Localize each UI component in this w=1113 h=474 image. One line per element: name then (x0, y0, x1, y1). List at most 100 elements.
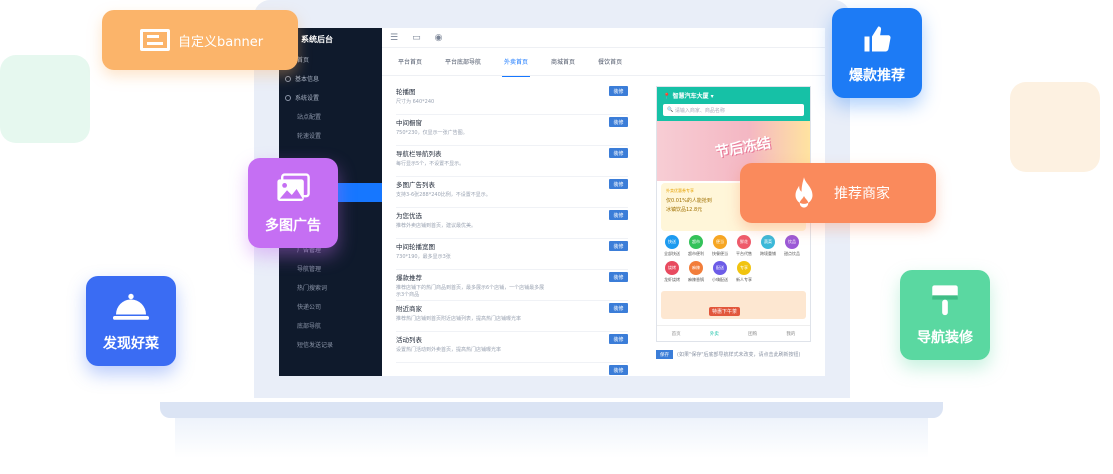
phone-header: 📍 智慧汽车大厦 ▾ 🔍 请输入商家、商品名称 (657, 87, 810, 121)
config-title: 活动列表 (396, 336, 422, 344)
tab[interactable]: 餐饮首页 (596, 47, 624, 76)
location-selector[interactable]: 📍 智慧汽车大厦 ▾ (663, 91, 804, 100)
menu-toggle-icon[interactable]: ☰ (390, 33, 398, 43)
phone-bottom-nav: 首页 外卖 团购 我的 (657, 325, 810, 341)
tab-bar: 平台首页 平台底部导航 外卖首页 商城首页 餐饮首页 (382, 47, 825, 77)
config-row: 活动列表设置热门活动到外卖首页，提高热门店铺曝光率 装修 (396, 332, 628, 363)
category-item[interactable]: 专享 新人专享 (732, 261, 756, 287)
config-row: 多图广告列表支持3-6张288*240比例，不设置不显示。 装修 (396, 177, 628, 208)
sidebar-item[interactable]: 短信发送记录 (279, 335, 382, 354)
category-item[interactable]: 便当 快餐便当 (708, 235, 732, 261)
sidebar-item[interactable]: 快递公司 (279, 297, 382, 316)
category-label: 快餐便当 (712, 251, 728, 256)
category-label: 平台代售 (736, 251, 752, 256)
config-title: 多图广告列表 (396, 181, 435, 189)
config-row: 轮播图 尺寸为 640*240 装修 (396, 84, 628, 115)
category-grid: 快送 全部快送 超市 超市便利 便当 快餐便当 鲜花 平台代售 蔬菜 跨境重铺 饮品 甜点饮品 烧烤 龙虾… (657, 233, 810, 289)
eye-icon[interactable]: ◉ (435, 33, 443, 43)
config-desc: 设置热门活动到外卖首页，提高热门店铺曝光率 (396, 347, 502, 353)
menu-group-icon (285, 75, 291, 82)
sidebar-item[interactable]: 导航管理 (279, 259, 382, 278)
category-icon: 配送 (713, 261, 727, 275)
category-label: 跨境重铺 (760, 251, 776, 256)
config-row: 导航栏导航列表 每行显示5个，不设置不显示。 装修 (396, 146, 628, 177)
sidebar-item[interactable]: 系统设置 (279, 88, 382, 107)
sidebar-item[interactable]: 热门搜索词 (279, 278, 382, 297)
decorate-button[interactable]: 装修 (609, 365, 628, 375)
phone-search-input[interactable]: 🔍 请输入商家、商品名称 (663, 104, 804, 116)
food-cloche-icon (113, 289, 149, 325)
decorate-button[interactable]: 装修 (609, 272, 628, 282)
decorate-button[interactable]: 装修 (609, 334, 628, 344)
sidebar-item-label: 底部导航 (297, 323, 322, 330)
bottom-nav-item[interactable]: 我的 (786, 331, 795, 337)
monitor-icon[interactable]: ▭ (412, 33, 421, 43)
config-desc: 730*190，最多显示3张 (396, 254, 451, 260)
sidebar-item[interactable]: 轮速设置 (279, 126, 382, 145)
category-item[interactable]: 鲜花 平台代售 (732, 235, 756, 261)
bottom-nav-item[interactable]: 团购 (748, 331, 757, 337)
decorate-button[interactable]: 装修 (609, 303, 628, 313)
bottom-nav-item[interactable]: 外卖 (710, 331, 719, 337)
card-label: 自定义banner (178, 34, 264, 50)
promo-card[interactable]: 特惠下午茶 (661, 291, 806, 319)
tab[interactable]: 平台首页 (396, 47, 424, 76)
config-list: 轮播图 尺寸为 640*240 装修 中间橱窗 750*230，仅显示一张广告图。 装修导… (396, 84, 628, 376)
config-desc: 每行显示5个，不设置不显示。 (396, 161, 465, 167)
decorate-button[interactable]: 装修 (609, 241, 628, 251)
tab[interactable]: 外卖首页 (502, 47, 531, 77)
search-placeholder: 请输入商家、商品名称 (674, 107, 725, 114)
category-item[interactable]: 麻辣 麻辣香锅 (684, 261, 708, 287)
tab[interactable]: 商城首页 (549, 47, 577, 76)
category-item[interactable]: 蔬菜 跨境重铺 (756, 235, 780, 261)
feature-card-banner: 自定义banner (102, 10, 298, 70)
config-desc: 支持3-6张288*240比例，不设置不显示。 (396, 192, 491, 198)
bottom-nav-item[interactable]: 首页 (672, 331, 681, 337)
banner-icon (140, 29, 170, 51)
category-item[interactable]: 烧烤 龙虾烧烤 (660, 261, 684, 287)
category-item[interactable]: 超市 超市便利 (684, 235, 708, 261)
sidebar-item-label: 首页 (297, 57, 310, 64)
card-label: 多图广告 (265, 218, 321, 234)
category-item[interactable]: 配送 小嗨配送 (708, 261, 732, 287)
category-icon: 专享 (737, 261, 751, 275)
sidebar-item-label: 热门搜索词 (297, 285, 328, 292)
menu-group-icon (285, 94, 291, 101)
decorate-button[interactable]: 装修 (609, 117, 628, 127)
save-button[interactable]: 保存 (656, 350, 673, 359)
category-icon: 烧烤 (665, 261, 679, 275)
config-desc: 推荐热门店铺到首页附近店铺列表，提高热门店铺曝光率 (396, 316, 522, 322)
category-icon: 饮品 (785, 235, 799, 249)
feature-card-merchant: 推荐商家 (740, 163, 936, 223)
category-label: 龙虾烧烤 (664, 277, 680, 282)
card-label: 导航装修 (917, 330, 973, 346)
decorate-button[interactable]: 装修 (609, 86, 628, 96)
category-label: 全部快送 (664, 251, 680, 256)
preview-note-text: (如果"保存"后底部导航样式未改变，请点击此刷新按钮) (677, 352, 801, 358)
config-row: 为您优选 推荐外卖店铺到首页，建议最优美。 装修 (396, 208, 628, 239)
paint-brush-icon (927, 283, 963, 319)
category-icon: 麻辣 (689, 261, 703, 275)
sidebar-item[interactable]: 站点配置 (279, 107, 382, 126)
category-icon: 蔬菜 (761, 235, 775, 249)
decorate-button[interactable]: 装修 (609, 210, 628, 220)
card-label: 发现好菜 (103, 336, 159, 352)
config-title: 轮播图 (396, 88, 416, 96)
card-label: 推荐商家 (834, 186, 890, 202)
sidebar-item[interactable]: 底部导航 (279, 316, 382, 335)
promo-label: 特惠下午茶 (709, 307, 741, 316)
tab[interactable]: 平台底部导航 (443, 47, 483, 76)
category-item[interactable]: 饮品 甜点饮品 (780, 235, 804, 261)
category-item[interactable]: 快送 全部快送 (660, 235, 684, 261)
config-row: 中间橱窗 750*230，仅显示一张广告图。 装修 (396, 115, 628, 146)
sidebar-item[interactable]: 基本信息 (279, 69, 382, 88)
decorate-button[interactable]: 装修 (609, 148, 628, 158)
decor-blob-peach (1010, 82, 1100, 172)
sidebar-item-label: 系统设置 (295, 95, 320, 102)
category-label: 甜点饮品 (784, 251, 800, 256)
decorate-button[interactable]: 装修 (609, 179, 628, 189)
feature-card-nav: 导航装修 (900, 270, 990, 360)
toolbar: ☰ ▭ ◉ (382, 28, 825, 48)
category-icon: 快送 (665, 235, 679, 249)
category-label: 麻辣香锅 (688, 277, 704, 282)
